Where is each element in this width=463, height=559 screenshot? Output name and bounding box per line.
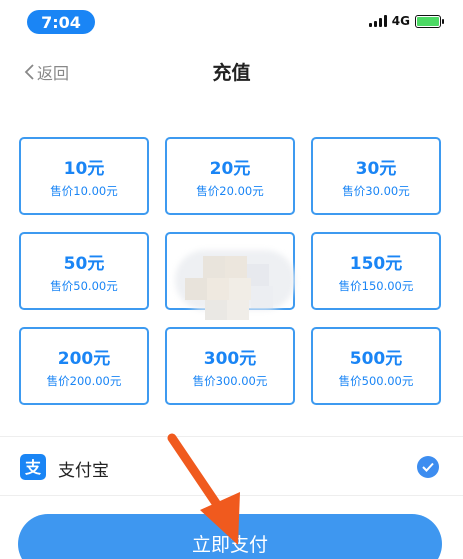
- recharge-option-10[interactable]: 10元 售价10.00元: [19, 137, 149, 215]
- payment-method-alipay[interactable]: 支 支付宝: [0, 442, 463, 492]
- recharge-option-20[interactable]: 20元 售价20.00元: [165, 137, 295, 215]
- option-amount: 500元: [349, 348, 403, 369]
- status-time: 7:04: [27, 10, 95, 34]
- option-price: 售价300.00元: [192, 373, 268, 388]
- option-amount: 20元: [209, 158, 251, 179]
- recharge-option-200[interactable]: 200元 售价200.00元: [19, 327, 149, 405]
- recharge-option-30[interactable]: 30元 售价30.00元: [311, 137, 441, 215]
- svg-text:支: 支: [24, 458, 42, 477]
- option-price: 售价50.00元: [50, 278, 118, 293]
- signal-icon: [368, 15, 387, 27]
- option-amount: 10元: [63, 158, 105, 179]
- payment-method-label: 支付宝: [58, 461, 109, 481]
- page-title: 充值: [212, 62, 251, 84]
- recharge-option-500[interactable]: 500元 售价500.00元: [311, 327, 441, 405]
- divider: [0, 495, 463, 496]
- option-amount: 50元: [63, 253, 105, 274]
- pay-now-label: 立即支付: [191, 534, 268, 556]
- option-price: 售价150.00元: [338, 278, 414, 293]
- recharge-option-150[interactable]: 150元 售价150.00元: [311, 232, 441, 310]
- pay-now-button[interactable]: 立即支付: [18, 514, 442, 559]
- recharge-option-50[interactable]: 50元 售价50.00元: [19, 232, 149, 310]
- status-bar: 7:04 4G: [0, 0, 463, 40]
- option-price: 售价20.00元: [196, 183, 264, 198]
- check-icon[interactable]: [417, 456, 439, 478]
- blur-mosaic: [165, 238, 300, 328]
- option-amount: 200元: [57, 348, 111, 369]
- option-amount: 150元: [349, 253, 403, 274]
- battery-icon: [415, 14, 444, 28]
- status-indicators: 4G: [368, 14, 444, 28]
- option-amount: 300元: [203, 348, 257, 369]
- option-price: 售价30.00元: [342, 183, 410, 198]
- divider: [0, 436, 463, 437]
- recharge-option-300[interactable]: 300元 售价300.00元: [165, 327, 295, 405]
- alipay-icon: 支: [20, 454, 46, 480]
- nav-bar: 返回 充值: [0, 50, 463, 90]
- option-amount: 30元: [355, 158, 397, 179]
- network-type: 4G: [391, 14, 410, 28]
- option-price: 售价200.00元: [46, 373, 122, 388]
- option-price: 售价500.00元: [338, 373, 414, 388]
- option-price: 售价10.00元: [50, 183, 118, 198]
